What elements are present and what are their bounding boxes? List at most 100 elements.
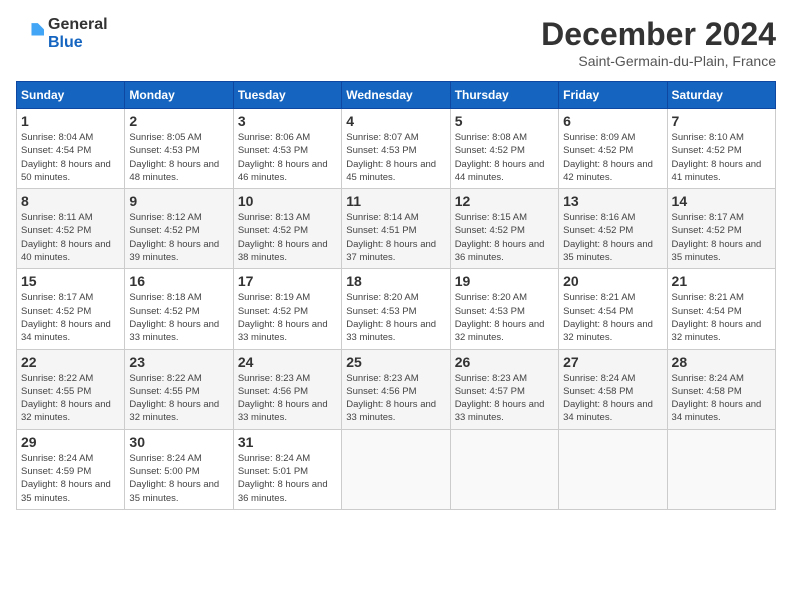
day-number: 7 (672, 113, 771, 129)
calendar-cell: 15 Sunrise: 8:17 AMSunset: 4:52 PMDayligh… (17, 269, 125, 349)
day-number: 22 (21, 354, 120, 370)
calendar-cell: 14 Sunrise: 8:17 AMSunset: 4:52 PMDayligh… (667, 189, 775, 269)
calendar-cell: 7 Sunrise: 8:10 AMSunset: 4:52 PMDaylight… (667, 109, 775, 189)
day-number: 15 (21, 273, 120, 289)
day-info: Sunrise: 8:23 AMSunset: 4:56 PMDaylight:… (346, 372, 445, 425)
calendar-cell: 2 Sunrise: 8:05 AMSunset: 4:53 PMDaylight… (125, 109, 233, 189)
day-number: 14 (672, 193, 771, 209)
calendar-week-row: 8Sunrise: 8:11 AMSunset: 4:52 PMDaylight… (17, 189, 776, 269)
day-number: 16 (129, 273, 228, 289)
day-number: 31 (238, 434, 337, 450)
calendar-cell: 17Sunrise: 8:19 AMSunset: 4:52 PMDayligh… (233, 269, 341, 349)
calendar-day-header: Tuesday (233, 82, 341, 109)
day-info: Sunrise: 8:09 AMSunset: 4:52 PMDaylight:… (563, 131, 662, 184)
calendar-header-row: SundayMondayTuesdayWednesdayThursdayFrid… (17, 82, 776, 109)
calendar-week-row: 1 Sunrise: 8:04 AMSunset: 4:54 PMDaylight… (17, 109, 776, 189)
day-number: 5 (455, 113, 554, 129)
day-info: Sunrise: 8:16 AMSunset: 4:52 PMDaylight:… (563, 211, 662, 264)
calendar-cell: 20 Sunrise: 8:21 AMSunset: 4:54 PMDayligh… (559, 269, 667, 349)
location: Saint-Germain-du-Plain, France (541, 53, 776, 69)
calendar-day-header: Thursday (450, 82, 558, 109)
day-info: Sunrise: 8:17 AMSunset: 4:52 PMDaylight:… (672, 211, 771, 264)
day-info: Sunrise: 8:21 AMSunset: 4:54 PMDaylight:… (563, 291, 662, 344)
day-info: Sunrise: 8:08 AMSunset: 4:52 PMDaylight:… (455, 131, 554, 184)
calendar-week-row: 22 Sunrise: 8:22 AMSunset: 4:55 PMDayligh… (17, 349, 776, 429)
calendar-cell: 5 Sunrise: 8:08 AMSunset: 4:52 PMDaylight… (450, 109, 558, 189)
day-number: 25 (346, 354, 445, 370)
day-number: 3 (238, 113, 337, 129)
logo-icon (16, 20, 44, 48)
calendar-cell: 28Sunrise: 8:24 AMSunset: 4:58 PMDayligh… (667, 349, 775, 429)
calendar-cell: 12Sunrise: 8:15 AMSunset: 4:52 PMDayligh… (450, 189, 558, 269)
calendar-day-header: Saturday (667, 82, 775, 109)
day-number: 27 (563, 354, 662, 370)
calendar-cell: 21 Sunrise: 8:21 AMSunset: 4:54 PMDayligh… (667, 269, 775, 349)
calendar-cell: 19Sunrise: 8:20 AMSunset: 4:53 PMDayligh… (450, 269, 558, 349)
day-number: 9 (129, 193, 228, 209)
day-number: 23 (129, 354, 228, 370)
calendar-body: 1 Sunrise: 8:04 AMSunset: 4:54 PMDaylight… (17, 109, 776, 510)
day-number: 17 (238, 273, 337, 289)
calendar-day-header: Wednesday (342, 82, 450, 109)
day-number: 12 (455, 193, 554, 209)
calendar-cell: 25 Sunrise: 8:23 AMSunset: 4:56 PMDayligh… (342, 349, 450, 429)
calendar-cell: 11 Sunrise: 8:14 AMSunset: 4:51 PMDayligh… (342, 189, 450, 269)
calendar-cell: 13 Sunrise: 8:16 AMSunset: 4:52 PMDayligh… (559, 189, 667, 269)
day-info: Sunrise: 8:06 AMSunset: 4:53 PMDaylight:… (238, 131, 337, 184)
calendar-day-header: Friday (559, 82, 667, 109)
day-number: 19 (455, 273, 554, 289)
day-number: 24 (238, 354, 337, 370)
day-info: Sunrise: 8:05 AMSunset: 4:53 PMDaylight:… (129, 131, 228, 184)
day-number: 18 (346, 273, 445, 289)
day-number: 1 (21, 113, 120, 129)
day-info: Sunrise: 8:07 AMSunset: 4:53 PMDaylight:… (346, 131, 445, 184)
calendar-cell: 18 Sunrise: 8:20 AMSunset: 4:53 PMDayligh… (342, 269, 450, 349)
title-block: December 2024 Saint-Germain-du-Plain, Fr… (541, 16, 776, 69)
calendar-cell (667, 429, 775, 509)
day-number: 2 (129, 113, 228, 129)
day-number: 11 (346, 193, 445, 209)
day-info: Sunrise: 8:17 AMSunset: 4:52 PMDaylight:… (21, 291, 120, 344)
calendar-day-header: Monday (125, 82, 233, 109)
day-info: Sunrise: 8:22 AMSunset: 4:55 PMDaylight:… (129, 372, 228, 425)
calendar-cell: 8Sunrise: 8:11 AMSunset: 4:52 PMDaylight… (17, 189, 125, 269)
calendar-cell: 23 Sunrise: 8:22 AMSunset: 4:55 PMDayligh… (125, 349, 233, 429)
day-info: Sunrise: 8:20 AMSunset: 4:53 PMDaylight:… (346, 291, 445, 344)
day-info: Sunrise: 8:24 AMSunset: 5:01 PMDaylight:… (238, 452, 337, 505)
day-info: Sunrise: 8:22 AMSunset: 4:55 PMDaylight:… (21, 372, 120, 425)
day-info: Sunrise: 8:11 AMSunset: 4:52 PMDaylight:… (21, 211, 120, 264)
calendar-cell: 9 Sunrise: 8:12 AMSunset: 4:52 PMDaylight… (125, 189, 233, 269)
day-info: Sunrise: 8:23 AMSunset: 4:57 PMDaylight:… (455, 372, 554, 425)
calendar-week-row: 15 Sunrise: 8:17 AMSunset: 4:52 PMDayligh… (17, 269, 776, 349)
calendar-week-row: 29Sunrise: 8:24 AMSunset: 4:59 PMDayligh… (17, 429, 776, 509)
day-number: 30 (129, 434, 228, 450)
day-number: 20 (563, 273, 662, 289)
calendar-cell: 26Sunrise: 8:23 AMSunset: 4:57 PMDayligh… (450, 349, 558, 429)
page-header: General Blue December 2024 Saint-Germain… (16, 16, 776, 69)
calendar-cell: 10 Sunrise: 8:13 AMSunset: 4:52 PMDayligh… (233, 189, 341, 269)
day-info: Sunrise: 8:18 AMSunset: 4:52 PMDaylight:… (129, 291, 228, 344)
day-info: Sunrise: 8:12 AMSunset: 4:52 PMDaylight:… (129, 211, 228, 264)
day-info: Sunrise: 8:10 AMSunset: 4:52 PMDaylight:… (672, 131, 771, 184)
day-number: 6 (563, 113, 662, 129)
calendar-cell: 24 Sunrise: 8:23 AMSunset: 4:56 PMDayligh… (233, 349, 341, 429)
day-info: Sunrise: 8:24 AMSunset: 5:00 PMDaylight:… (129, 452, 228, 505)
logo: General Blue (16, 16, 108, 51)
day-number: 13 (563, 193, 662, 209)
calendar-cell: 30 Sunrise: 8:24 AMSunset: 5:00 PMDayligh… (125, 429, 233, 509)
day-info: Sunrise: 8:23 AMSunset: 4:56 PMDaylight:… (238, 372, 337, 425)
day-number: 10 (238, 193, 337, 209)
calendar-cell: 16 Sunrise: 8:18 AMSunset: 4:52 PMDayligh… (125, 269, 233, 349)
day-info: Sunrise: 8:21 AMSunset: 4:54 PMDaylight:… (672, 291, 771, 344)
day-info: Sunrise: 8:24 AMSunset: 4:59 PMDaylight:… (21, 452, 120, 505)
calendar-cell: 6 Sunrise: 8:09 AMSunset: 4:52 PMDaylight… (559, 109, 667, 189)
day-info: Sunrise: 8:04 AMSunset: 4:54 PMDaylight:… (21, 131, 120, 184)
day-number: 21 (672, 273, 771, 289)
day-number: 28 (672, 354, 771, 370)
day-info: Sunrise: 8:13 AMSunset: 4:52 PMDaylight:… (238, 211, 337, 264)
day-info: Sunrise: 8:14 AMSunset: 4:51 PMDaylight:… (346, 211, 445, 264)
day-info: Sunrise: 8:24 AMSunset: 4:58 PMDaylight:… (563, 372, 662, 425)
month-title: December 2024 (541, 16, 776, 53)
calendar-cell: 1 Sunrise: 8:04 AMSunset: 4:54 PMDaylight… (17, 109, 125, 189)
calendar-cell: 27 Sunrise: 8:24 AMSunset: 4:58 PMDayligh… (559, 349, 667, 429)
